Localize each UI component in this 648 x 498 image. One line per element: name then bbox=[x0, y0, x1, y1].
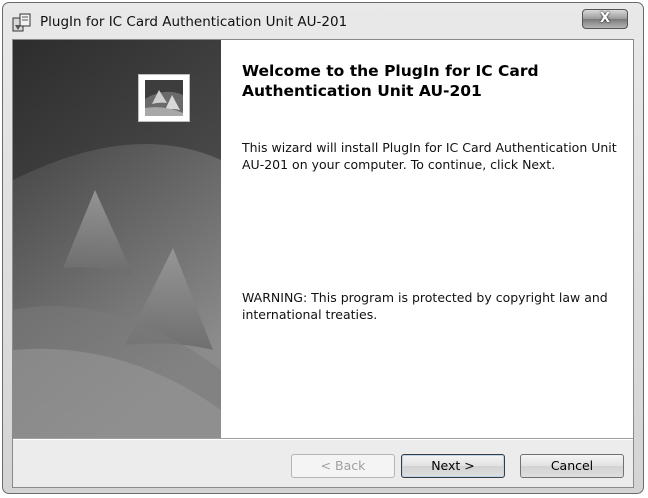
wizard-content: Welcome to the PlugIn for IC Card Authen… bbox=[221, 40, 633, 438]
next-button[interactable]: Next > bbox=[401, 454, 505, 478]
window-title: PlugIn for IC Card Authentication Unit A… bbox=[40, 14, 348, 30]
installer-window: PlugIn for IC Card Authentication Unit A… bbox=[2, 2, 644, 494]
side-banner bbox=[13, 40, 221, 438]
close-button[interactable]: X bbox=[582, 9, 628, 29]
title-bar[interactable]: PlugIn for IC Card Authentication Unit A… bbox=[3, 3, 643, 39]
installer-logo-icon bbox=[138, 74, 190, 122]
back-button[interactable]: < Back bbox=[291, 454, 395, 478]
copyright-warning: WARNING: This program is protected by co… bbox=[242, 290, 608, 322]
wizard-body: Welcome to the PlugIn for IC Card Authen… bbox=[12, 39, 634, 488]
installer-icon bbox=[12, 13, 32, 33]
cancel-button[interactable]: Cancel bbox=[520, 454, 624, 478]
welcome-heading: Welcome to the PlugIn for IC Card Authen… bbox=[242, 62, 539, 100]
close-icon: X bbox=[599, 11, 611, 26]
intro-text: This wizard will install PlugIn for IC C… bbox=[242, 140, 617, 172]
divider-highlight bbox=[13, 439, 633, 440]
